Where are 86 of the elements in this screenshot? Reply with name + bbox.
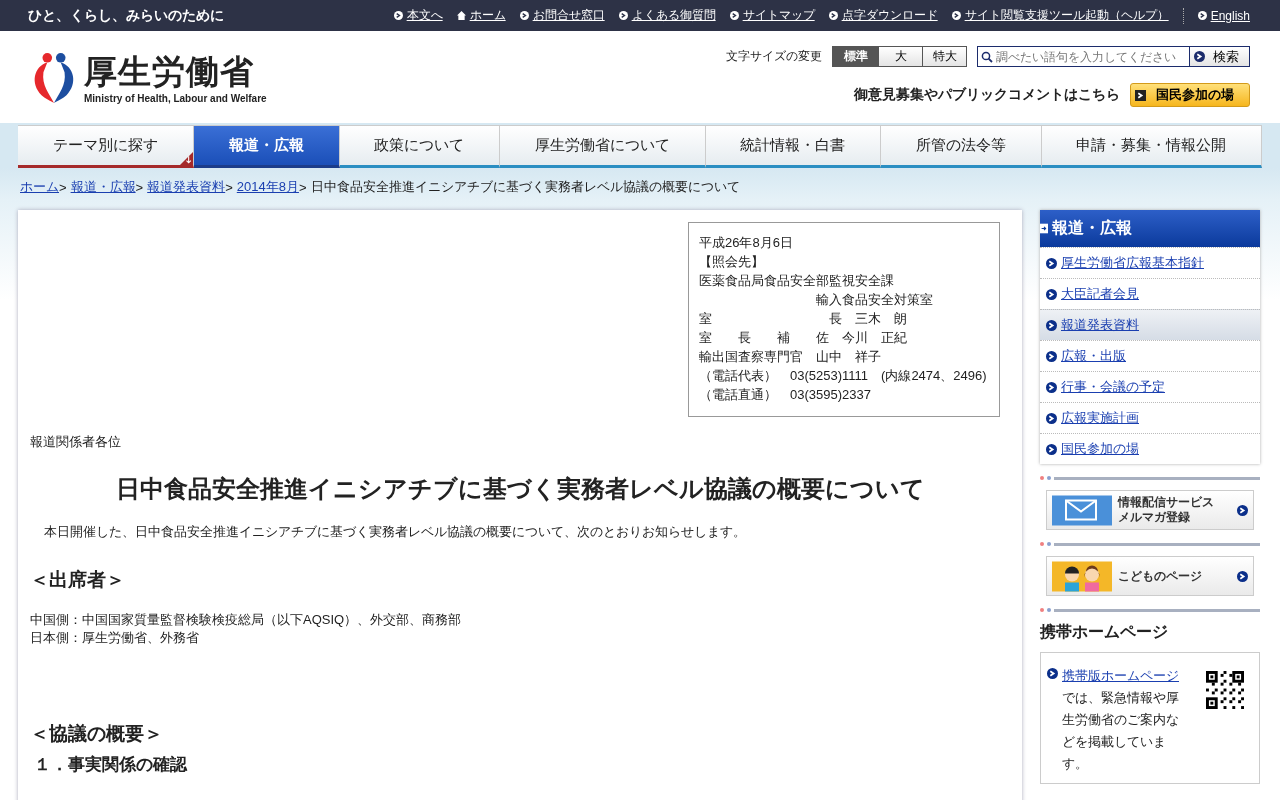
nav-tab[interactable]: 統計情報・白書 — [705, 126, 881, 168]
arrow-icon — [1046, 443, 1057, 455]
breadcrumb-separator: > — [59, 179, 67, 195]
public-comment-text: 御意見募集やパブリックコメントはこちら — [854, 86, 1120, 104]
arrow-icon — [1237, 504, 1248, 516]
mobile-site-link[interactable]: 携帯版ホームページ — [1062, 668, 1179, 683]
nav-tab[interactable]: 厚生労働省について — [500, 126, 706, 168]
article-title: 日中食品安全推進イニシアチブに基づく実務者レベル協議の概要について — [114, 474, 926, 504]
qr-code-icon — [1206, 671, 1244, 709]
font-size-button[interactable]: 特大 — [922, 47, 966, 66]
nav-tab[interactable]: 政策について — [339, 126, 500, 168]
arrow-icon — [1046, 257, 1057, 269]
contact-line: 輸入食品安全対策室 — [815, 291, 934, 309]
arrow-icon — [729, 11, 739, 20]
english-link[interactable]: English — [1197, 8, 1250, 23]
search-button[interactable]: 検索 — [1190, 46, 1250, 67]
top-link[interactable]: 本文へ — [393, 7, 443, 24]
nav-tab[interactable]: 所管の法令等 — [881, 126, 1042, 168]
breadcrumb-link[interactable]: 報道発表資料 — [147, 178, 226, 196]
font-size-button[interactable]: 標準 — [833, 47, 878, 66]
contact-line: （電話代表） 03(5253)1111 (内線2474、2496) — [699, 367, 988, 385]
breadcrumb-current: 日中食品安全推進イニシアチブに基づく実務者レベル協議の概要について — [310, 178, 740, 196]
contact-line: 医薬食品局食品安全部監視安全課 — [699, 272, 895, 290]
banner-link[interactable]: 情報配信サービス メルマガ登録 — [1046, 490, 1254, 530]
arrow-icon — [1237, 570, 1248, 582]
breadcrumb-link[interactable]: ホーム — [20, 178, 59, 196]
nav-tab[interactable]: テーマ別に探す — [18, 126, 194, 168]
arrow-icon — [1046, 288, 1057, 300]
arrow-icon — [618, 11, 628, 20]
banner-link[interactable]: こどものページ — [1046, 556, 1254, 596]
nav-tab[interactable]: 申請・募集・情報公開 — [1041, 126, 1262, 168]
contact-line: 輸出国査察専門官 山中 祥子 — [699, 348, 882, 366]
font-size-button[interactable]: 大 — [878, 47, 922, 66]
addressee: 報道関係者各位 — [30, 433, 122, 451]
breadcrumb-separator: > — [135, 179, 144, 195]
children-illustration — [1052, 560, 1112, 592]
sidebar-title: 報道・広報 — [1040, 210, 1260, 247]
arrow-icon — [1197, 11, 1207, 20]
nav-tab[interactable]: 報道・広報 — [194, 126, 340, 168]
breadcrumb-link[interactable]: 報道・広報 — [70, 178, 136, 196]
logo-title: 厚生労働省 — [84, 51, 255, 92]
arrow-icon — [951, 11, 961, 20]
arrow-icon — [828, 11, 838, 20]
contact-line: （電話直通） 03(3595)2337 — [699, 386, 872, 404]
breadcrumb-separator: > — [298, 179, 307, 195]
mobile-heading: 携帯ホームページ — [1040, 622, 1169, 642]
envelope-image — [1052, 494, 1112, 526]
search-icon — [981, 50, 993, 63]
contact-line: 平成26年8月6日 — [699, 234, 794, 252]
breadcrumb-separator: > — [225, 179, 233, 195]
home-icon — [456, 11, 466, 20]
attendee-line: 日本側：厚生労働省、外務省 — [30, 629, 200, 647]
arrow-icon — [393, 11, 403, 20]
sidebar-link[interactable]: 広報・出版 — [1040, 340, 1260, 371]
attendee-line: 中国側：中国国家質量監督検験検疫総局（以下AQSIQ）、外交部、商務部 — [30, 611, 463, 629]
font-size-label: 文字サイズの変更 — [726, 48, 822, 65]
search-field[interactable]: 調べたい語句を入力してください — [977, 46, 1190, 67]
subsection-heading: １．事実関係の確認 — [34, 754, 189, 776]
top-link[interactable]: サイトマップ — [729, 7, 815, 24]
sidebar-link[interactable]: 広報実施計画 — [1040, 402, 1260, 433]
logo-subtitle: Ministry of Health, Labour and Welfare — [84, 92, 267, 104]
arrow-icon — [1047, 668, 1058, 679]
tagline: ひと、くらし、みらいのために — [28, 6, 224, 25]
contact-line: 【照会先】 — [699, 253, 765, 271]
arrow-icon — [1046, 350, 1057, 362]
arrow-icon — [1135, 89, 1146, 101]
arrow-icon — [1046, 412, 1057, 424]
section-heading: ＜出席者＞ — [30, 568, 126, 592]
intro-text: 本日開催した、日中食品安全推進イニシアチブに基づく実務者レベル協議の概要について、次のとおりお知らせします。 — [44, 523, 747, 541]
contact-line: 室 長 三木 朗 — [699, 310, 908, 328]
arrow-icon — [1040, 223, 1048, 234]
arrow-icon — [1046, 319, 1057, 331]
public-participation-button[interactable]: 国民参加の場 — [1130, 83, 1250, 107]
arrow-icon — [1046, 381, 1057, 393]
top-link[interactable]: ホーム — [456, 7, 506, 24]
arrow-icon — [519, 11, 529, 20]
arrow-icon — [1194, 51, 1205, 62]
sidebar-link[interactable]: 厚生労働省広報基本指針 — [1040, 247, 1260, 278]
sidebar-link[interactable]: 国民参加の場 — [1040, 433, 1260, 464]
corner-arrow-icon — [180, 152, 193, 165]
sidebar-link[interactable]: 報道発表資料 — [1040, 309, 1260, 340]
section-heading: ＜協議の概要＞ — [30, 722, 164, 746]
breadcrumb-link[interactable]: 2014年8月 — [236, 178, 299, 196]
contact-line: 室 長 補 佐 今川 正紀 — [699, 329, 908, 347]
sidebar-link[interactable]: 行事・会議の予定 — [1040, 371, 1260, 402]
mobile-description: 携帯版ホームページ では、緊急情報や厚生労働省のご案内などを掲載しています。 — [1062, 667, 1180, 773]
